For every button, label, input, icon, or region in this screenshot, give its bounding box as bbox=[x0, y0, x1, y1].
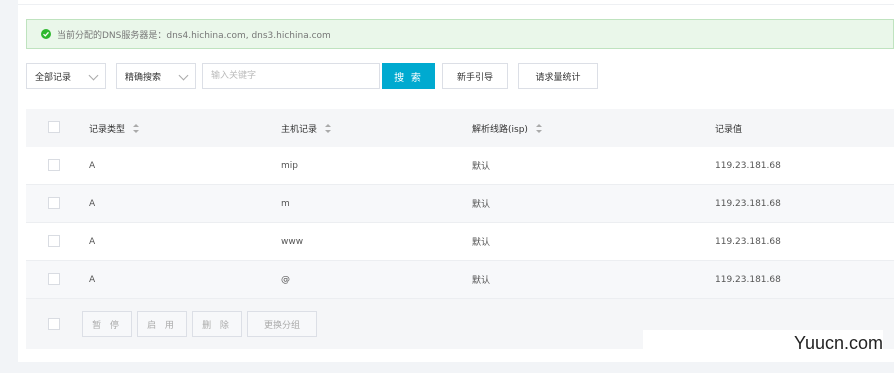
header-value: 记录值 bbox=[715, 124, 743, 135]
record-type: A bbox=[89, 160, 96, 171]
divider bbox=[18, 4, 894, 5]
select-all-checkbox[interactable] bbox=[48, 121, 60, 133]
watermark-text: Yuucn.com bbox=[643, 330, 883, 356]
sort-icon[interactable] bbox=[133, 123, 140, 133]
header-host[interactable]: 主机记录 bbox=[281, 109, 332, 147]
select-all-checkbox-footer[interactable] bbox=[48, 318, 60, 330]
record-filter-select[interactable]: 全部记录 bbox=[26, 63, 106, 89]
row-checkbox[interactable] bbox=[48, 159, 60, 171]
resolve-line: 默认 bbox=[472, 276, 491, 286]
record-type: A bbox=[89, 274, 96, 285]
keyword-input[interactable] bbox=[202, 63, 380, 89]
record-filter-value: 全部记录 bbox=[35, 72, 72, 83]
chevron-down-icon bbox=[178, 70, 189, 81]
dns-server-text: 当前分配的DNS服务器是：dns4.hichina.com, dns3.hich… bbox=[57, 30, 331, 41]
header-type[interactable]: 记录类型 bbox=[89, 109, 140, 147]
pause-button[interactable]: 暂 停 bbox=[82, 311, 132, 337]
table-row[interactable]: A www 默认 119.23.181.68 bbox=[26, 223, 894, 261]
sort-icon[interactable] bbox=[535, 123, 542, 133]
search-button[interactable]: 搜 索 bbox=[382, 63, 435, 89]
search-mode-value: 精确搜索 bbox=[125, 72, 162, 83]
record-value: 119.23.181.68 bbox=[715, 198, 781, 209]
row-checkbox[interactable] bbox=[48, 273, 60, 285]
host-record: www bbox=[281, 236, 304, 247]
row-checkbox[interactable] bbox=[48, 197, 60, 209]
record-value: 119.23.181.68 bbox=[715, 160, 781, 171]
record-type: A bbox=[89, 198, 96, 209]
host-record: m bbox=[281, 198, 290, 209]
host-record: @ bbox=[281, 274, 290, 285]
delete-button[interactable]: 删 除 bbox=[192, 311, 242, 337]
table-row[interactable]: A @ 默认 119.23.181.68 bbox=[26, 261, 894, 299]
guide-button[interactable]: 新手引导 bbox=[442, 63, 508, 89]
dns-records-panel: 当前分配的DNS服务器是：dns4.hichina.com, dns3.hich… bbox=[18, 0, 894, 362]
host-record: mip bbox=[281, 160, 298, 171]
request-stats-button[interactable]: 请求量统计 bbox=[518, 63, 598, 89]
row-checkbox[interactable] bbox=[48, 235, 60, 247]
resolve-line: 默认 bbox=[472, 162, 491, 172]
record-type: A bbox=[89, 236, 96, 247]
record-value: 119.23.181.68 bbox=[715, 236, 781, 247]
record-value: 119.23.181.68 bbox=[715, 274, 781, 285]
change-group-button[interactable]: 更换分组 bbox=[247, 311, 317, 337]
check-circle-icon bbox=[41, 29, 51, 39]
header-line[interactable]: 解析线路(isp) bbox=[472, 109, 542, 147]
resolve-line: 默认 bbox=[472, 200, 491, 210]
chevron-down-icon bbox=[88, 70, 99, 81]
table-header: 记录类型 主机记录 解析线路(isp) 记录值 bbox=[26, 109, 894, 147]
enable-button[interactable]: 启 用 bbox=[137, 311, 187, 337]
table-row[interactable]: A mip 默认 119.23.181.68 bbox=[26, 147, 894, 185]
dns-server-notice: 当前分配的DNS服务器是：dns4.hichina.com, dns3.hich… bbox=[26, 19, 894, 49]
table-row[interactable]: A m 默认 119.23.181.68 bbox=[26, 185, 894, 223]
records-table: 记录类型 主机记录 解析线路(isp) 记录值 A mip 默认 119.23.… bbox=[26, 109, 894, 349]
search-mode-select[interactable]: 精确搜索 bbox=[116, 63, 196, 89]
resolve-line: 默认 bbox=[472, 238, 491, 248]
sort-icon[interactable] bbox=[325, 123, 332, 133]
